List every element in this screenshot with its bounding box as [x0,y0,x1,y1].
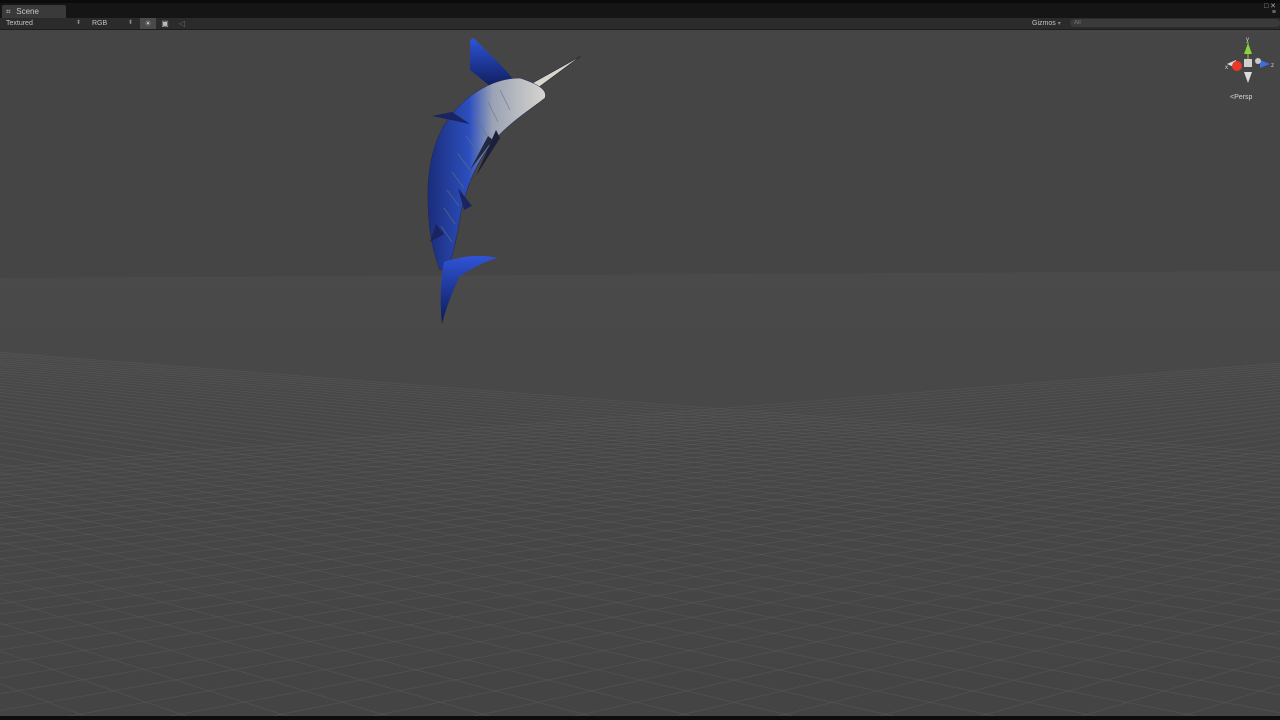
orientation-gizmo[interactable]: y x z [1224,36,1278,90]
projection-label: Persp [1234,94,1253,101]
dropdown-arrow-icon: ▾ [1057,21,1061,27]
dropdown-arrow-icon: ⬍ [75,20,81,26]
draw-mode-dropdown[interactable]: Textured ⬍ [0,18,84,29]
scene-grid-icon: ⌗ [6,7,11,16]
gizmos-label: Gizmos [1032,20,1056,27]
audio-toggle[interactable]: ◁ [174,18,190,29]
projection-toggle[interactable]: <Persp [1230,94,1252,101]
axis-y-cone[interactable] [1244,43,1252,54]
window-controls: □ ✕ ≡ [1264,3,1276,16]
tab-bar: ⌗ Scene □ ✕ ≡ [0,3,1280,18]
menu-icon[interactable]: ≡ [1264,9,1276,16]
unity-scene-window: ⌗ Scene □ ✕ ≡ Textured ⬍ RGB ⬍ ☀ ▣ ◁ Giz… [0,0,1280,720]
image-icon: ▣ [161,19,169,28]
tab-scene-label: Scene [16,7,39,16]
hierarchy-search-input[interactable] [1070,19,1280,27]
axis-neg-y-cone[interactable] [1244,72,1252,83]
window-bottom-edge [0,716,1280,720]
render-mode-value: RGB [92,20,108,27]
dropdown-arrow-icon: ⬍ [127,20,133,26]
axis-z-label: z [1271,63,1274,69]
gizmo-center-cube[interactable] [1244,59,1252,67]
scene-overlay-toggle[interactable]: ▣ [157,18,173,29]
axis-x-cone[interactable] [1232,61,1242,71]
scene-lighting-toggle[interactable]: ☀ [140,18,156,29]
axis-x-label: x [1225,65,1228,71]
draw-mode-value: Textured [6,20,33,27]
gizmos-dropdown[interactable]: Gizmos ▾ [1032,18,1061,30]
axis-z-cone[interactable] [1260,60,1270,68]
speaker-icon: ◁ [178,19,186,28]
render-mode-dropdown[interactable]: RGB ⬍ [86,18,136,29]
scene-grid-plane [0,38,1280,716]
scene-viewport[interactable]: y x z <Persp [0,30,1280,716]
axis-y-label: y [1246,37,1249,43]
sun-icon: ☀ [144,19,152,28]
scene-toolbar: Textured ⬍ RGB ⬍ ☀ ▣ ◁ Gizmos ▾ [0,18,1280,30]
tab-scene[interactable]: ⌗ Scene [2,5,66,18]
